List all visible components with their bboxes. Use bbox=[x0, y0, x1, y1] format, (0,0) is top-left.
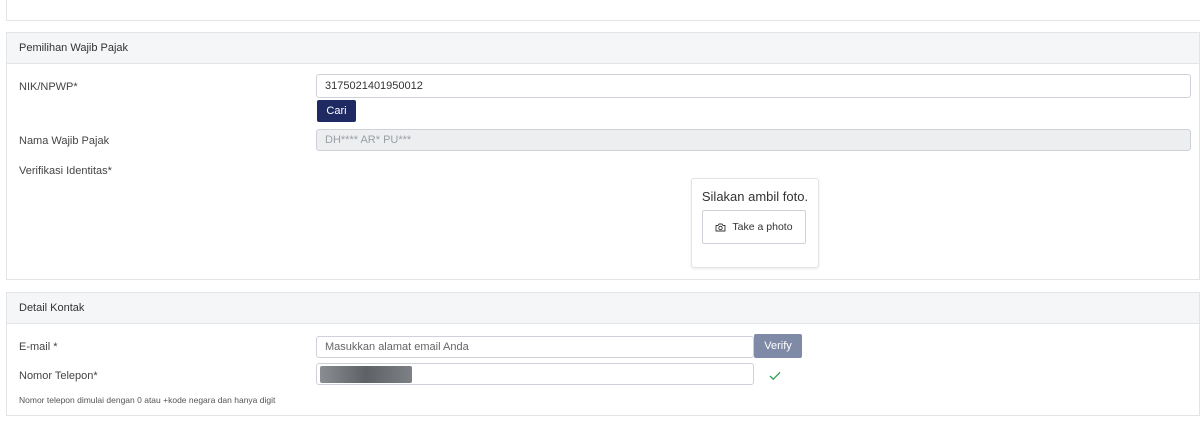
nik-input[interactable] bbox=[316, 74, 1191, 98]
email-input[interactable] bbox=[316, 336, 754, 358]
take-photo-label: Take a photo bbox=[732, 221, 793, 233]
phone-input[interactable] bbox=[316, 363, 754, 385]
verifikasi-label: Verifikasi Identitas* bbox=[19, 165, 112, 177]
wajib-pajak-header: Pemilihan Wajib Pajak bbox=[7, 33, 1199, 64]
nama-label: Nama Wajib Pajak bbox=[19, 135, 110, 147]
checkmark-icon bbox=[769, 368, 781, 386]
search-button[interactable]: Cari bbox=[317, 100, 356, 122]
verify-button[interactable]: Verify bbox=[754, 334, 802, 358]
camera-icon bbox=[715, 223, 726, 232]
photo-capture-card: Silakan ambil foto. Take a photo bbox=[691, 178, 819, 268]
phone-label: Nomor Telepon* bbox=[19, 370, 98, 382]
kontak-panel: Detail Kontak E-mail * Verify Nomor Tele… bbox=[6, 292, 1200, 416]
phone-hint: Nomor telepon dimulai dengan 0 atau +kod… bbox=[19, 395, 276, 405]
kontak-header: Detail Kontak bbox=[7, 293, 1199, 324]
nama-input bbox=[316, 129, 1191, 151]
photo-prompt: Silakan ambil foto. bbox=[701, 189, 809, 204]
previous-card bbox=[6, 0, 1200, 21]
nik-label: NIK/NPWP* bbox=[19, 81, 78, 93]
email-label: E-mail * bbox=[19, 341, 58, 353]
take-photo-button[interactable]: Take a photo bbox=[702, 210, 806, 244]
redacted-phone-number bbox=[320, 366, 412, 383]
wajib-pajak-panel: Pemilihan Wajib Pajak NIK/NPWP* Cari Nam… bbox=[6, 32, 1200, 280]
